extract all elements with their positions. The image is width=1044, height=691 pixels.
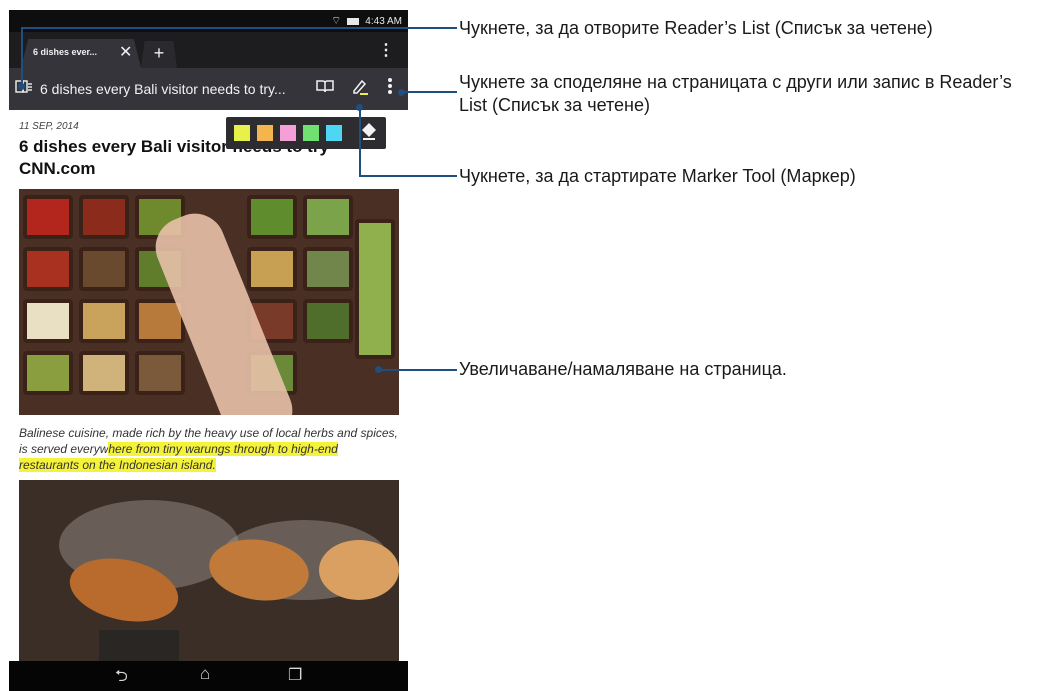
callout-share: Чукнете за споделяне на страницата с дру… — [459, 72, 1012, 115]
tab-menu-icon[interactable]: ⋮ — [378, 40, 394, 60]
marker-color-swatch[interactable] — [326, 125, 342, 141]
book-icon[interactable] — [316, 78, 334, 99]
wifi-icon: ⌔ — [330, 15, 342, 27]
url-bar: 6 dishes every Bali visitor needs to try… — [9, 68, 408, 110]
status-time: 4:43 AM — [365, 15, 402, 27]
callout-readers-list: Чукнете, за да отворите Reader’s List (С… — [459, 18, 933, 38]
marker-color-swatch[interactable] — [257, 125, 273, 141]
navigation-bar: ⮌ ⌂ ❐ — [9, 661, 408, 691]
home-icon[interactable]: ⌂ — [200, 664, 210, 684]
eraser-icon[interactable] — [360, 121, 378, 146]
callout-line — [21, 27, 23, 87]
article-date: 11 SEP, 2014 — [19, 121, 79, 132]
marker-color-swatch[interactable] — [280, 125, 296, 141]
article-photo-spices — [19, 189, 399, 415]
battery-icon — [347, 17, 360, 25]
callout-line — [21, 27, 457, 29]
page-title: 6 dishes every Bali visitor needs to try… — [40, 81, 286, 97]
article-photo-roast-pigs — [19, 480, 399, 661]
recent-apps-icon[interactable]: ❐ — [288, 665, 302, 685]
callout-line — [359, 107, 361, 177]
close-icon[interactable]: ✕ — [119, 42, 132, 62]
callout-line — [401, 91, 457, 93]
overflow-menu-icon[interactable] — [387, 76, 393, 102]
callout-marker: Чукнете, за да стартирате Marker Tool (М… — [459, 166, 856, 186]
callout-line — [359, 175, 457, 177]
marker-color-swatch[interactable] — [234, 125, 250, 141]
callout-zoom: Увеличаване/намаляване на страница. — [459, 359, 787, 379]
marker-color-swatch[interactable] — [303, 125, 319, 141]
browser-tab[interactable]: 6 dishes ever... ✕ — [21, 39, 141, 68]
new-tab-button[interactable]: + — [141, 41, 177, 68]
readers-list-icon[interactable] — [15, 79, 33, 100]
tab-bar: 6 dishes ever... ✕ + ⋮ — [9, 32, 408, 68]
tablet-screen: ⌔ 4:43 AM 6 dishes ever... ✕ + ⋮ 6 dishe… — [9, 10, 408, 691]
marker-icon[interactable] — [351, 77, 369, 100]
callout-line — [378, 369, 457, 371]
photo-caption: Balinese cuisine, made rich by the heavy… — [19, 425, 399, 473]
marker-palette — [226, 117, 386, 149]
tab-title: 6 dishes ever... — [33, 47, 98, 57]
web-page[interactable]: 11 SEP, 2014 6 dishes every Bali visitor… — [9, 110, 408, 661]
back-icon[interactable]: ⮌ — [115, 665, 128, 691]
